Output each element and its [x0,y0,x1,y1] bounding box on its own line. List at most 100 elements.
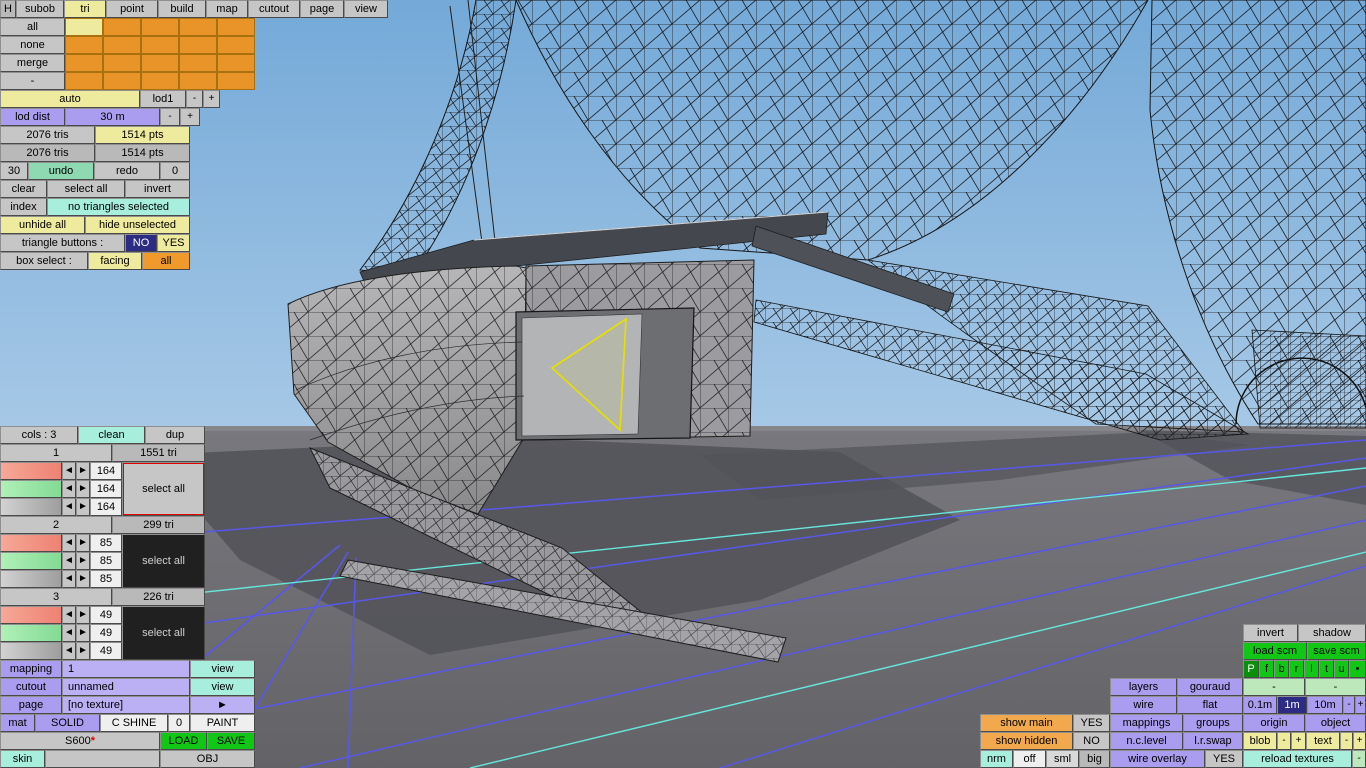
view-u-button[interactable]: u [1334,660,1349,678]
layers-dash-button[interactable]: - [1243,678,1305,696]
blob-button[interactable]: blob [1243,732,1277,750]
group-1-select-all-button[interactable]: select all [122,462,205,516]
menu-item-page[interactable]: page [300,0,344,18]
subobj-grid-cell[interactable] [179,18,217,36]
grid-minus-button[interactable]: - [1343,696,1355,714]
nrm-big-button[interactable]: big [1079,750,1110,768]
arrow-left-button[interactable]: ◄ [62,462,76,480]
wire-overlay-button[interactable]: wire overlay [1110,750,1205,768]
load-scm-button[interactable]: load scm [1243,642,1307,660]
object-button[interactable]: object [1305,714,1366,732]
group-1-color-swatch-green[interactable] [0,480,62,498]
nrm-off-button[interactable]: off [1013,750,1046,768]
menu-h-button[interactable]: H [0,0,16,18]
arrow-right-button[interactable]: ► [76,642,90,660]
lod-minus-button[interactable]: - [186,90,203,108]
grid-01m-button[interactable]: 0.1m [1243,696,1277,714]
arrow-left-button[interactable]: ◄ [62,534,76,552]
group-2-color-swatch-red[interactable] [0,534,62,552]
subobj-grid-cell[interactable] [65,18,103,36]
arrow-right-button[interactable]: ► [76,480,90,498]
hide-unselected-button[interactable]: hide unselected [85,216,190,234]
page-value[interactable]: [no texture] [62,696,190,714]
mapping-label[interactable]: mapping [0,660,62,678]
subobj-grid-cell[interactable] [103,54,141,72]
subobj-grid-cell[interactable] [141,72,179,90]
mat-label[interactable]: mat [0,714,35,732]
invert-button[interactable]: invert [125,180,190,198]
mat-solid-button[interactable]: SOLID [35,714,100,732]
group-3-id[interactable]: 3 [0,588,112,606]
subobj-grid-cell[interactable] [103,72,141,90]
subobj-grid-cell[interactable] [103,36,141,54]
unhide-all-button[interactable]: unhide all [0,216,85,234]
menu-item-view[interactable]: view [344,0,388,18]
wire-button[interactable]: wire [1110,696,1177,714]
group-3-select-all-button[interactable]: select all [122,606,205,660]
clear-button[interactable]: clear [0,180,47,198]
mapping-view-button[interactable]: view [190,660,255,678]
skin-name-field[interactable] [45,750,160,768]
view-p-button[interactable]: P [1243,660,1259,678]
group-3-color-swatch-green[interactable] [0,624,62,642]
subobj-grid-cell[interactable] [179,72,217,90]
mapping-value[interactable]: 1 [62,660,190,678]
arrow-left-button[interactable]: ◄ [62,498,76,516]
arrow-left-button[interactable]: ◄ [62,480,76,498]
skin-label[interactable]: skin [0,750,45,768]
subobj-grid-cell[interactable] [65,72,103,90]
group-3-color-swatch-gray[interactable] [0,642,62,660]
subobj-merge-button[interactable]: merge [0,54,65,72]
dup-button[interactable]: dup [145,426,205,444]
view-f-button[interactable]: f [1259,660,1274,678]
box-select-facing[interactable]: facing [88,252,142,270]
undo-button[interactable]: undo [28,162,94,180]
cutout-value[interactable]: unnamed [62,678,190,696]
lod-dist-plus-button[interactable]: + [180,108,200,126]
subobj-none-button[interactable]: none [0,36,65,54]
arrow-left-button[interactable]: ◄ [62,624,76,642]
arrow-right-button[interactable]: ► [76,462,90,480]
view-l-button[interactable]: l [1304,660,1319,678]
gouraud-button[interactable]: gouraud [1177,678,1243,696]
arrow-right-button[interactable]: ► [76,624,90,642]
text-minus-button[interactable]: - [1340,732,1353,750]
obj-export-button[interactable]: OBJ [160,750,255,768]
group-2-color-swatch-gray[interactable] [0,570,62,588]
flat-button[interactable]: flat [1177,696,1243,714]
reload-dash-button[interactable]: - [1352,750,1366,768]
group-2-color-swatch-green[interactable] [0,552,62,570]
triangle-buttons-no[interactable]: NO [125,234,157,252]
text-plus-button[interactable]: + [1353,732,1366,750]
grid-plus-button[interactable]: + [1355,696,1366,714]
subobj-grid-cell[interactable] [141,54,179,72]
lod-plus-button[interactable]: + [203,90,220,108]
mappings-button[interactable]: mappings [1110,714,1183,732]
shadow-button[interactable]: shadow [1298,624,1366,642]
lod-auto-button[interactable]: auto [0,90,140,108]
save-scm-button[interactable]: save scm [1307,642,1366,660]
menu-item-subob[interactable]: subob [16,0,64,18]
blob-minus-button[interactable]: - [1277,732,1291,750]
subobj-grid-cell[interactable] [217,18,255,36]
group-2-select-all-button[interactable]: select all [122,534,205,588]
subobj-grid-cell[interactable] [141,36,179,54]
layers-dash2-button[interactable]: - [1305,678,1366,696]
show-main-toggle[interactable]: YES [1073,714,1110,732]
cols-count[interactable]: cols : 3 [0,426,78,444]
subobj-grid-cell[interactable] [179,54,217,72]
view-t-button[interactable]: t [1319,660,1334,678]
arrow-left-button[interactable]: ◄ [62,552,76,570]
grid-1m-button[interactable]: 1m [1277,696,1307,714]
mat-shine-value[interactable]: 0 [168,714,190,732]
arrow-right-button[interactable]: ► [76,498,90,516]
menu-item-map[interactable]: map [206,0,248,18]
cutout-view-button[interactable]: view [190,678,255,696]
arrow-left-button[interactable]: ◄ [62,606,76,624]
subobj-minus-button[interactable]: - [0,72,65,90]
nc-level-button[interactable]: n.c.level [1110,732,1183,750]
view-r-button[interactable]: r [1289,660,1304,678]
show-hidden-toggle[interactable]: NO [1073,732,1110,750]
subobj-grid-cell[interactable] [217,36,255,54]
show-hidden-button[interactable]: show hidden [980,732,1073,750]
